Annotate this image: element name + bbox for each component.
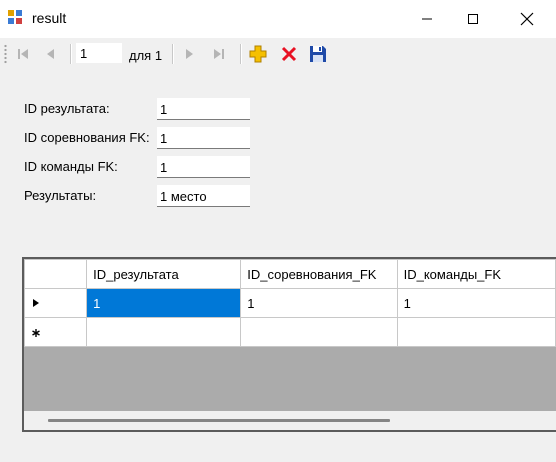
move-last-icon — [214, 49, 224, 59]
count-label: для 1 — [129, 48, 163, 63]
maximize-icon — [468, 14, 478, 24]
minimize-button[interactable] — [404, 0, 450, 38]
toolstrip-separator — [240, 44, 242, 64]
move-first-icon — [18, 49, 28, 59]
row-header[interactable] — [24, 288, 88, 318]
add-new-button[interactable] — [247, 42, 269, 66]
scrollbar-thumb[interactable] — [48, 419, 390, 422]
table-row[interactable]: 1 1 1 — [24, 288, 556, 318]
window-title: result — [32, 10, 67, 26]
move-previous-icon — [47, 49, 54, 59]
new-cell-result-id[interactable] — [86, 317, 242, 347]
delete-button[interactable] — [278, 42, 300, 66]
competition-id-label: ID соревнования FK: — [24, 130, 150, 145]
cell-team-id[interactable]: 1 — [396, 288, 556, 318]
move-next-button[interactable] — [178, 42, 200, 66]
move-last-button[interactable] — [208, 42, 230, 66]
team-id-field[interactable] — [157, 156, 250, 178]
new-cell-competition-id[interactable] — [240, 317, 398, 347]
column-header-competition-id[interactable]: ID_соревнования_FK — [240, 259, 398, 289]
cell-competition-id[interactable]: 1 — [240, 288, 398, 318]
current-row-arrow-icon — [33, 299, 39, 307]
toolstrip-separator — [172, 44, 174, 64]
grid-header-row: ID_результата ID_соревнования_FK ID_кома… — [24, 259, 556, 289]
results-label: Результаты: — [24, 188, 97, 203]
grid-table: ID_результата ID_соревнования_FK ID_кома… — [24, 259, 556, 347]
delete-icon — [281, 46, 297, 62]
title-bar: result — [0, 0, 556, 38]
close-button[interactable] — [504, 0, 550, 38]
grid-corner-header[interactable] — [24, 259, 88, 289]
move-next-icon — [186, 49, 193, 59]
maximize-button[interactable] — [450, 0, 496, 38]
cell-result-id[interactable]: 1 — [86, 288, 242, 318]
team-id-label: ID команды FK: — [24, 159, 118, 174]
save-button[interactable] — [307, 42, 329, 66]
new-row[interactable] — [24, 317, 556, 347]
close-icon — [520, 12, 534, 26]
new-row-header[interactable] — [24, 317, 88, 347]
move-first-button[interactable] — [12, 42, 34, 66]
column-header-team-id[interactable]: ID_команды_FK — [396, 259, 556, 289]
add-new-icon — [249, 45, 267, 63]
result-id-field[interactable] — [157, 98, 250, 120]
toolstrip-grip[interactable] — [4, 44, 7, 64]
binding-navigator: для 1 — [0, 38, 556, 70]
results-field[interactable] — [157, 185, 250, 207]
result-id-label: ID результата: — [24, 101, 110, 116]
horizontal-scrollbar[interactable] — [24, 411, 556, 430]
column-header-result-id[interactable]: ID_результата — [86, 259, 242, 289]
results-data-grid[interactable]: ID_результата ID_соревнования_FK ID_кома… — [22, 257, 556, 432]
app-form-icon — [8, 10, 22, 24]
save-icon — [310, 46, 326, 62]
move-previous-button[interactable] — [40, 42, 62, 66]
toolstrip-separator — [70, 44, 72, 64]
new-row-asterisk-icon — [32, 329, 40, 337]
minimize-icon — [422, 18, 432, 20]
competition-id-field[interactable] — [157, 127, 250, 149]
position-input[interactable] — [76, 43, 122, 63]
new-cell-team-id[interactable] — [396, 317, 556, 347]
